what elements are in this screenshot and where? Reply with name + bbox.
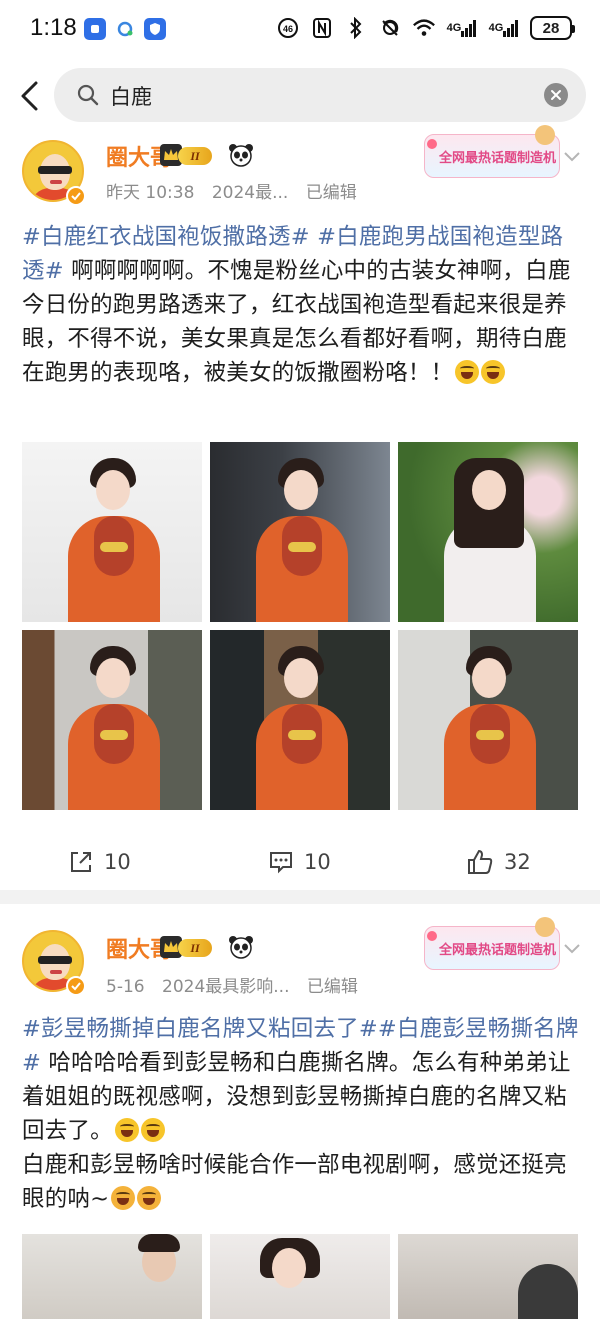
post-image[interactable]: [22, 630, 202, 810]
repost-button[interactable]: 10: [68, 842, 131, 882]
svg-text:46: 46: [283, 24, 293, 34]
share-icon: [71, 852, 91, 872]
app-notification-icon: [84, 18, 106, 40]
post-body: 白鹿和彭昱畅啥时候能合作一部电视剧啊，感觉还挺亮眼的呐~: [22, 1152, 567, 1212]
surprised-emoji-icon: [137, 1186, 162, 1210]
post-image[interactable]: [210, 630, 390, 810]
laugh-emoji-icon: [455, 360, 480, 384]
chevron-down-icon[interactable]: [562, 938, 582, 958]
clear-search-button[interactable]: [544, 83, 568, 107]
hashtag-link[interactable]: #白鹿红衣战国袍饭撒路透#: [22, 224, 310, 250]
post-actions: 10 10 32: [0, 842, 600, 882]
network-label-1: 4G: [446, 22, 462, 34]
search-box[interactable]: 白鹿: [54, 68, 586, 122]
panda-icon: [229, 936, 253, 959]
laugh-emoji-icon: [481, 360, 506, 384]
topic-banner[interactable]: 全网最热话题制造机: [424, 917, 560, 970]
level-label: II: [178, 147, 212, 165]
search-input[interactable]: 白鹿: [110, 81, 152, 111]
alarm-icon: [378, 16, 402, 40]
post-image[interactable]: [210, 1234, 390, 1319]
search-icon: [77, 84, 99, 106]
status-notification-icons: [84, 18, 166, 40]
sync-notification-icon: [114, 18, 136, 40]
hd-icon: 46: [276, 16, 300, 40]
post-meta: 昨天 10:38 2024最... 已编辑: [106, 178, 369, 203]
status-system-icons: 46 4G 4G 28: [276, 16, 575, 40]
post-card[interactable]: 圈大哥 II 5-16 2024最具影响... 已编辑 全网最热话题制造机 #彭…: [0, 904, 600, 1319]
post-image[interactable]: [22, 1234, 202, 1319]
search-header: 白鹿: [0, 60, 600, 132]
post-source: 2024最具影响...: [162, 977, 290, 997]
verified-icon: [66, 976, 86, 996]
level-badge: II: [160, 144, 216, 168]
verified-icon: [66, 186, 86, 206]
repost-count: 10: [104, 850, 131, 874]
status-time: 1:18: [30, 14, 77, 41]
image-grid: [22, 442, 578, 812]
post-image[interactable]: [398, 442, 578, 622]
edited-label: 已编辑: [306, 977, 358, 997]
close-icon: [551, 90, 561, 100]
shield-notification-icon: [144, 18, 166, 40]
laugh-emoji-icon: [140, 1118, 165, 1142]
surprised-emoji-icon: [111, 1186, 136, 1210]
post-body: 哈哈哈哈看到彭昱畅和白鹿撕名牌。怎么有种弟弟让着姐姐的既视感啊，没想到彭昱畅撕掉…: [22, 1050, 571, 1144]
bluetooth-icon: [344, 16, 368, 40]
post-image[interactable]: [22, 442, 202, 622]
like-button[interactable]: 32: [466, 842, 531, 882]
post-time: 5-16: [106, 977, 145, 997]
level-badge: II: [160, 936, 216, 960]
nfc-icon: [310, 16, 334, 40]
back-button[interactable]: [14, 76, 44, 116]
signal-icon-1: 4G: [446, 16, 478, 40]
card-divider: [0, 890, 600, 904]
topic-banner-text: 全网最热话题制造机: [439, 151, 557, 166]
post-card[interactable]: 圈大哥 II 昨天 10:38 2024最... 已编辑 全网最热话题制造机 #…: [0, 125, 600, 890]
hashtag-link[interactable]: #彭昱畅撕掉白鹿名牌又粘回去了#: [22, 1016, 378, 1042]
level-label: II: [178, 939, 212, 957]
post-text: #白鹿红衣战国袍饭撒路透# #白鹿跑男战国袍造型路透# 啊啊啊啊啊。不愧是粉丝心…: [22, 220, 582, 390]
panda-icon: [229, 144, 253, 167]
back-arrow-icon: [21, 81, 38, 111]
comment-button[interactable]: 10: [268, 842, 331, 882]
post-time: 昨天 10:38: [106, 183, 195, 203]
post-image[interactable]: [398, 1234, 578, 1319]
wifi-icon: [412, 16, 436, 40]
topic-banner[interactable]: 全网最热话题制造机: [424, 125, 560, 178]
post-source: 2024最...: [211, 183, 289, 203]
thumbs-up-icon: [468, 849, 493, 874]
post-meta: 5-16 2024最具影响... 已编辑: [106, 972, 370, 997]
post-image[interactable]: [398, 630, 578, 810]
signal-icon-2: 4G: [488, 16, 520, 40]
image-grid: [22, 1234, 578, 1319]
post-image[interactable]: [210, 442, 390, 622]
chevron-down-icon[interactable]: [562, 146, 582, 166]
like-count: 32: [504, 850, 531, 874]
laugh-emoji-icon: [114, 1118, 139, 1142]
edited-label: 已编辑: [305, 183, 357, 203]
network-label-2: 4G: [488, 22, 504, 34]
topic-banner-text: 全网最热话题制造机: [439, 943, 557, 958]
battery-indicator: 28: [530, 16, 575, 40]
status-bar: 1:18 46 4G 4G 28: [0, 0, 600, 60]
post-text: #彭昱畅撕掉白鹿名牌又粘回去了##白鹿彭昱畅撕名牌# 哈哈哈哈看到彭昱畅和白鹿撕…: [22, 1012, 582, 1216]
comment-count: 10: [304, 850, 331, 874]
comment-icon: [270, 852, 292, 874]
